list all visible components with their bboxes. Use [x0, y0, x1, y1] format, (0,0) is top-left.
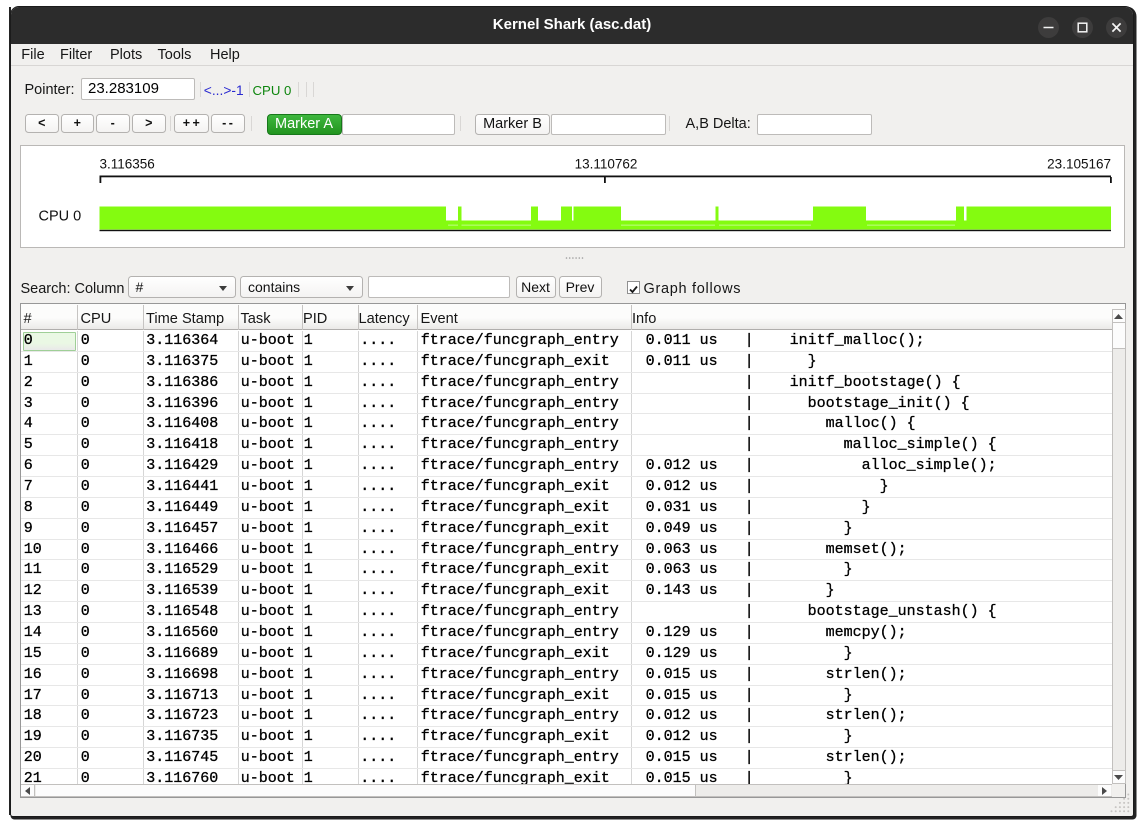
- svg-text:CPU 0: CPU 0: [39, 208, 82, 224]
- svg-text:3.116356: 3.116356: [100, 157, 155, 172]
- svg-text:23.105167: 23.105167: [1047, 157, 1111, 172]
- svg-text:13.110762: 13.110762: [575, 157, 638, 172]
